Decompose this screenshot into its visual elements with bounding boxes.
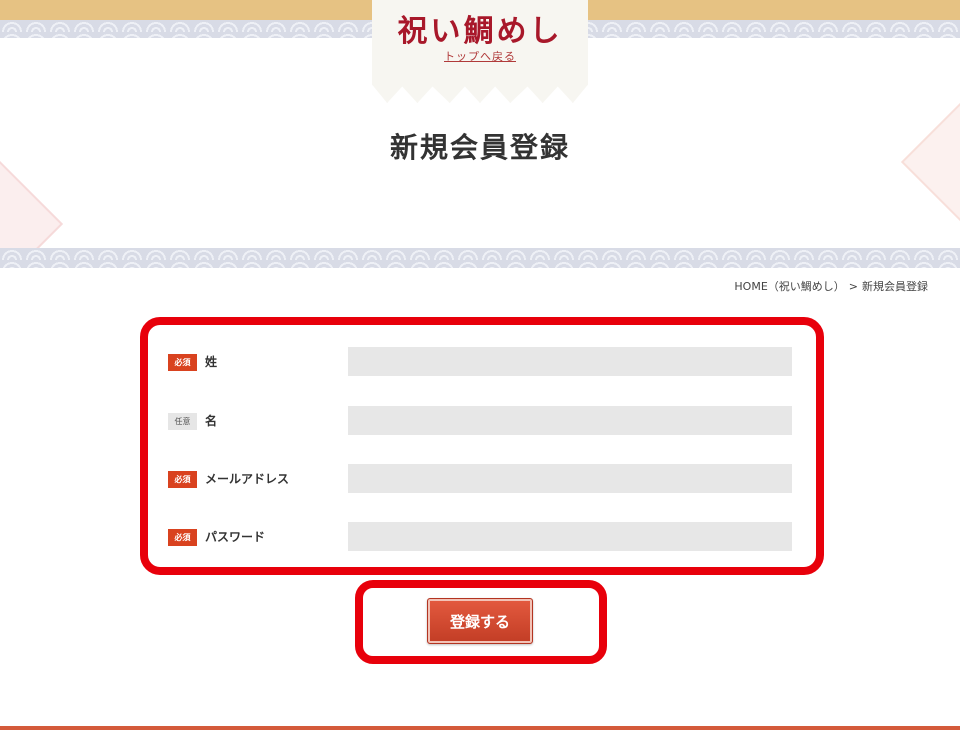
footer-line [0, 726, 960, 730]
breadcrumb: HOME（祝い鯛めし） > 新規会員登録 [734, 278, 928, 294]
last-name-label: 姓 [205, 355, 218, 369]
email-input[interactable] [348, 464, 792, 493]
field-row-first-name: 任意 名 [168, 406, 798, 436]
password-input[interactable] [348, 522, 792, 551]
breadcrumb-separator: > [848, 280, 858, 293]
field-row-email: 必須 メールアドレス [168, 464, 798, 494]
field-row-last-name: 必須 姓 [168, 347, 798, 377]
site-logo[interactable]: 祝い鯛めし [372, 6, 588, 50]
field-row-password: 必須 パスワード [168, 522, 798, 552]
required-badge: 必須 [168, 354, 197, 371]
breadcrumb-current: 新規会員登録 [862, 280, 928, 293]
submit-highlight: 登録する [355, 580, 607, 664]
email-label: メールアドレス [205, 472, 290, 486]
decorative-diamond-left [0, 158, 64, 248]
logo-tag: 祝い鯛めし トップへ戻る [372, 0, 588, 103]
page-title: 新規会員登録 [389, 131, 570, 164]
wave-pattern-bottom [0, 248, 960, 268]
back-to-top-link[interactable]: トップへ戻る [372, 48, 588, 64]
registration-form: 必須 姓 任意 名 必須 メールアドレス 必須 パスワード [140, 317, 824, 575]
breadcrumb-home-link[interactable]: HOME（祝い鯛めし） [734, 280, 844, 293]
register-button[interactable]: 登録する [427, 598, 533, 644]
password-label: パスワード [205, 530, 266, 544]
required-badge: 必須 [168, 529, 197, 546]
optional-badge: 任意 [168, 413, 197, 430]
first-name-input[interactable] [348, 406, 792, 435]
last-name-input[interactable] [348, 347, 792, 376]
first-name-label: 名 [205, 414, 218, 428]
required-badge: 必須 [168, 471, 197, 488]
